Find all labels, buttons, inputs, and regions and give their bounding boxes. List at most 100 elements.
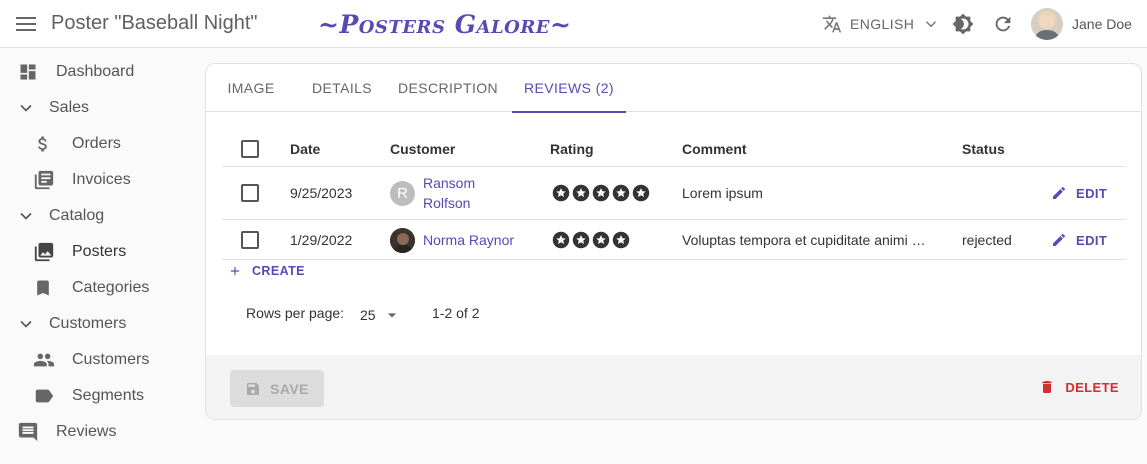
- delete-label: DELETE: [1065, 379, 1119, 395]
- table-header-row: Date Customer Rating Comment Status: [222, 130, 1126, 167]
- form-toolbar: SAVE DELETE: [206, 355, 1141, 419]
- star-icon: [552, 231, 570, 249]
- column-header-date[interactable]: Date: [290, 141, 320, 157]
- tab-description[interactable]: DESCRIPTION: [392, 64, 504, 112]
- star-icon: [612, 184, 630, 202]
- sidebar-item-categories[interactable]: Categories: [33, 270, 149, 306]
- rows-per-page-value: 25: [360, 307, 376, 323]
- review-comment: Voluptas tempora et cupiditate animi …: [682, 232, 926, 248]
- tab-image[interactable]: IMAGE: [214, 64, 288, 112]
- star-icon: [592, 184, 610, 202]
- trash-icon: [1042, 381, 1052, 393]
- column-header-comment[interactable]: Comment: [682, 141, 747, 157]
- menu-icon[interactable]: [16, 15, 36, 33]
- translate-icon: [822, 15, 842, 33]
- edit-button[interactable]: EDIT: [1051, 185, 1107, 201]
- save-label: SAVE: [270, 380, 309, 397]
- sidebar-item-label: Customers: [49, 315, 127, 332]
- sidebar-item-orders[interactable]: Orders: [33, 126, 121, 162]
- edit-label: EDIT: [1076, 185, 1108, 201]
- sidebar-item-invoices[interactable]: Invoices: [33, 162, 131, 198]
- tab-bar: IMAGE DETAILS DESCRIPTION REVIEWS (2): [206, 64, 1141, 113]
- sidebar-item-posters[interactable]: Posters: [33, 234, 126, 270]
- review-date: 9/25/2023: [290, 185, 353, 201]
- chevron-down-icon: [20, 212, 32, 220]
- customer-link[interactable]: Norma Raynor: [423, 232, 514, 248]
- tab-reviews[interactable]: REVIEWS (2): [512, 64, 626, 113]
- label-icon: [35, 389, 54, 403]
- star-icon: [572, 231, 590, 249]
- rating-stars: [552, 184, 650, 202]
- save-button[interactable]: SAVE: [230, 370, 324, 407]
- image-icon: [34, 242, 54, 262]
- create-button[interactable]: CREATE: [228, 264, 305, 278]
- review-date: 1/29/2022: [290, 232, 353, 248]
- tab-details[interactable]: DETAILS: [300, 64, 384, 112]
- language-label: ENGLISH: [850, 16, 915, 32]
- user-name: Jane Doe: [1072, 16, 1132, 32]
- customer-avatar: [390, 228, 415, 253]
- sidebar-item-reviews[interactable]: Reviews: [17, 414, 116, 450]
- sidebar-item-label: Categories: [72, 279, 150, 296]
- row-checkbox[interactable]: [241, 184, 259, 202]
- select-all-checkbox[interactable]: [241, 140, 259, 158]
- column-header-customer[interactable]: Customer: [390, 141, 455, 157]
- sidebar-item-label: Posters: [72, 243, 127, 260]
- sidebar-group-sales[interactable]: Sales: [16, 90, 89, 126]
- rows-per-page-label: Rows per page:: [246, 305, 345, 321]
- language-selector[interactable]: ENGLISH: [822, 12, 940, 36]
- theme-toggle-icon[interactable]: [952, 13, 974, 35]
- pencil-icon: [1053, 233, 1066, 246]
- rating-stars: [552, 231, 630, 249]
- edit-label: EDIT: [1076, 232, 1108, 248]
- people-icon: [33, 353, 55, 367]
- rows-per-page-select[interactable]: 25: [360, 305, 402, 325]
- avatar: [1031, 8, 1063, 40]
- poster-edit-form: IMAGE DETAILS DESCRIPTION REVIEWS (2) Da…: [205, 63, 1142, 420]
- column-header-status[interactable]: Status: [962, 141, 1005, 157]
- star-icon: [552, 184, 570, 202]
- star-icon: [612, 231, 630, 249]
- save-icon: [247, 382, 260, 395]
- plus-icon: [230, 266, 240, 276]
- page-title: Poster "Baseball Night": [51, 12, 258, 34]
- chevron-down-icon: [20, 320, 32, 328]
- review-status: rejected: [962, 232, 1012, 248]
- customer-link[interactable]: Rolfson: [423, 195, 470, 211]
- invoices-icon: [34, 170, 54, 190]
- dashboard-icon: [20, 64, 36, 80]
- create-label: CREATE: [252, 264, 305, 278]
- star-icon: [592, 231, 610, 249]
- app-bar: Poster "Baseball Night" ~Posters Galore~…: [0, 0, 1147, 48]
- sidebar-item-label: Reviews: [56, 423, 117, 440]
- star-icon: [632, 184, 650, 202]
- pagination-range: 1-2 of 2: [432, 305, 480, 321]
- customer-link[interactable]: Ransom: [423, 175, 475, 191]
- sidebar-item-label: Segments: [72, 387, 145, 404]
- chevron-down-icon: [926, 21, 937, 28]
- sidebar-item-label: Catalog: [49, 207, 105, 224]
- user-menu[interactable]: Jane Doe: [1031, 8, 1132, 40]
- brand-logo: ~Posters Galore~: [318, 10, 572, 39]
- sidebar-group-catalog[interactable]: Catalog: [16, 198, 104, 234]
- delete-button[interactable]: DELETE: [1039, 379, 1119, 395]
- sidebar-item-label: Customers: [72, 351, 150, 368]
- row-checkbox[interactable]: [241, 231, 259, 249]
- sidebar-item-label: Orders: [72, 135, 121, 152]
- review-comment: Lorem ipsum: [682, 185, 763, 201]
- edit-button[interactable]: EDIT: [1051, 232, 1107, 248]
- sidebar-item-label: Invoices: [72, 171, 131, 188]
- sidebar-item-segments[interactable]: Segments: [33, 378, 144, 414]
- column-header-rating[interactable]: Rating: [550, 141, 594, 157]
- refresh-icon[interactable]: [992, 13, 1014, 35]
- pencil-icon: [1053, 186, 1066, 199]
- sidebar-item-label: Sales: [49, 99, 90, 116]
- sidebar-group-customers[interactable]: Customers: [16, 306, 126, 342]
- comment-icon: [18, 422, 38, 442]
- table-row[interactable]: 1/29/2022 Norma Raynor Voluptas tempora …: [222, 220, 1126, 260]
- dollar-icon: [38, 136, 47, 152]
- sidebar-item-customers[interactable]: Customers: [33, 342, 149, 378]
- sidebar-item-dashboard[interactable]: Dashboard: [18, 54, 134, 90]
- table-row[interactable]: 9/25/2023 R Ransom Rolfson Lorem ipsum E…: [222, 167, 1126, 220]
- chevron-down-icon: [20, 104, 32, 112]
